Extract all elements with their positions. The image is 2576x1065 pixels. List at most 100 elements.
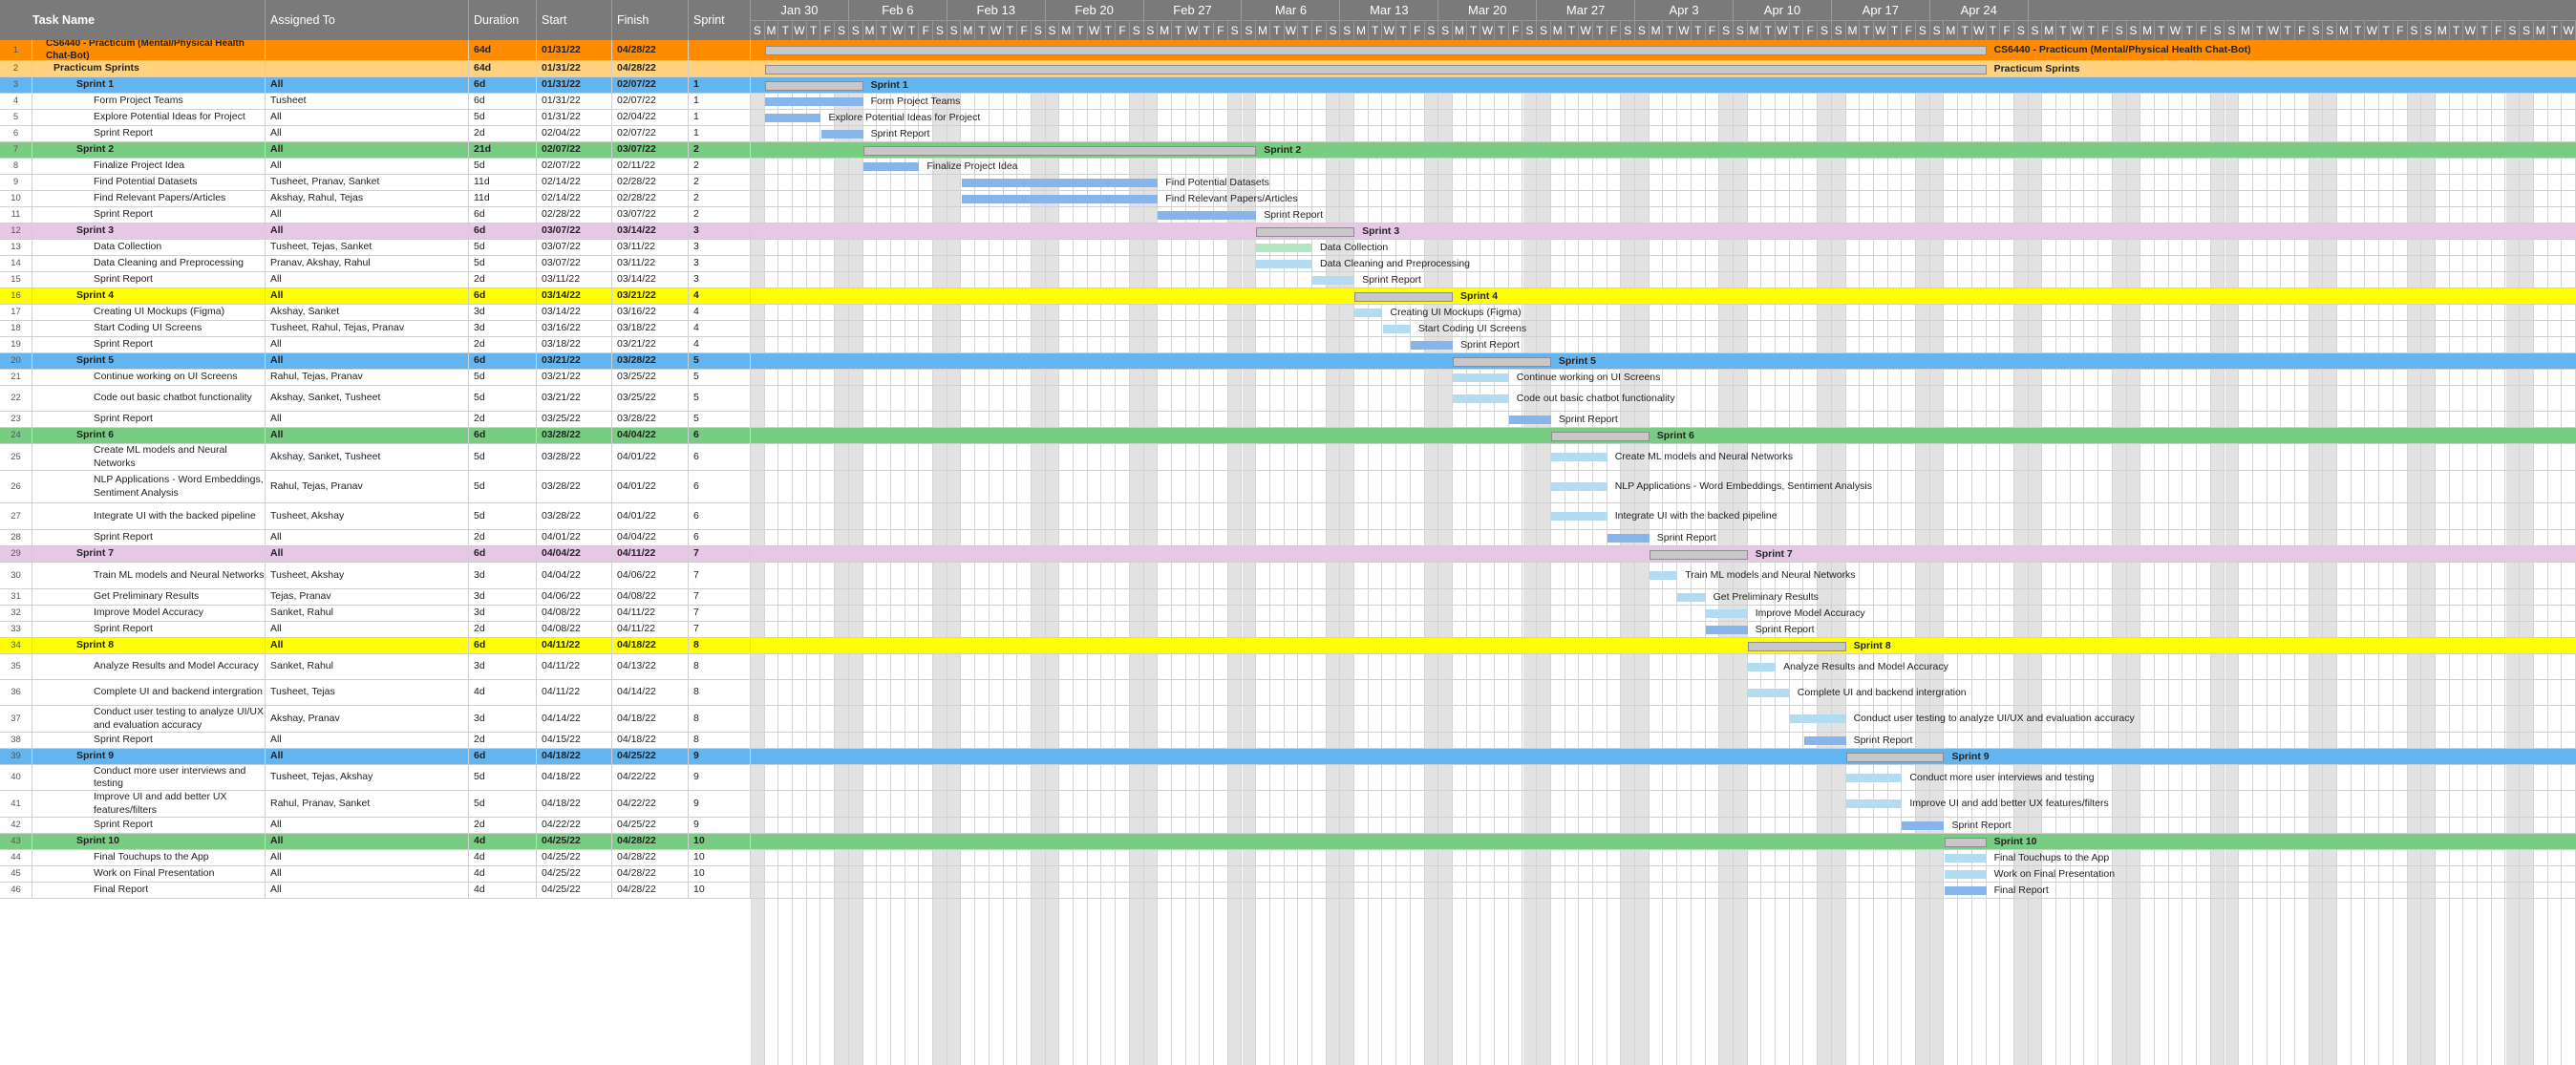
assigned-cell[interactable]: Sanket, Rahul (266, 606, 469, 622)
task-row[interactable]: 41 Improve UI and add better UX features/… (0, 791, 751, 818)
task-row[interactable]: 15 Sprint Report All 2d 03/11/22 03/14/22 3 (0, 272, 751, 288)
start-cell[interactable]: 02/04/22 (537, 126, 612, 142)
duration-cell[interactable]: 6d (469, 638, 537, 654)
finish-cell[interactable]: 04/22/22 (612, 791, 689, 818)
duration-cell[interactable]: 2d (469, 272, 537, 288)
finish-cell[interactable]: 04/18/22 (612, 638, 689, 654)
duration-cell[interactable]: 3d (469, 305, 537, 321)
task-row[interactable]: 30 Train ML models and Neural Networks Tus… (0, 563, 751, 589)
start-cell[interactable]: 03/28/22 (537, 428, 612, 444)
task-row[interactable]: 22 Code out basic chatbot functionality Ak… (0, 386, 751, 412)
start-cell[interactable]: 03/07/22 (537, 240, 612, 256)
duration-cell[interactable]: 5d (469, 444, 537, 471)
duration-cell[interactable]: 2d (469, 126, 537, 142)
duration-cell[interactable]: 6d (469, 77, 537, 94)
start-cell[interactable]: 04/25/22 (537, 850, 612, 866)
assigned-cell[interactable]: Akshay, Sanket, Tusheet (266, 444, 469, 471)
finish-cell[interactable]: 02/11/22 (612, 159, 689, 175)
sprint-row[interactable]: 39 Sprint 9 All 6d 04/18/22 04/25/22 9 (0, 749, 751, 765)
task-bar[interactable] (961, 179, 1159, 187)
task-bar[interactable] (1803, 736, 1846, 745)
duration-cell[interactable]: 5d (469, 386, 537, 412)
task-bar[interactable] (1677, 593, 1706, 602)
finish-cell[interactable]: 03/11/22 (612, 256, 689, 272)
task-bar[interactable] (1256, 260, 1312, 268)
start-cell[interactable]: 04/04/22 (537, 546, 612, 563)
sprint-cell[interactable]: 8 (689, 654, 751, 680)
task-cell[interactable]: Integrate UI with the backed pipeline (32, 503, 266, 530)
finish-cell[interactable]: 04/11/22 (612, 606, 689, 622)
duration-cell[interactable]: 4d (469, 883, 537, 899)
start-cell[interactable]: 04/14/22 (537, 706, 612, 733)
start-cell[interactable]: 04/18/22 (537, 765, 612, 791)
sprint-cell[interactable]: 5 (689, 370, 751, 386)
column-header-duration[interactable]: Duration (469, 0, 537, 40)
sprint-cell[interactable]: 1 (689, 126, 751, 142)
task-bar[interactable] (1410, 341, 1453, 350)
finish-cell[interactable]: 03/14/22 (612, 272, 689, 288)
sprint-cell[interactable]: 10 (689, 866, 751, 883)
assigned-cell[interactable]: All (266, 850, 469, 866)
sprint-cell[interactable]: 1 (689, 110, 751, 126)
sprint-cell[interactable]: 4 (689, 288, 751, 305)
sprint-cell[interactable]: 4 (689, 321, 751, 337)
task-bar[interactable] (1789, 714, 1846, 723)
sprint-cell[interactable]: 5 (689, 386, 751, 412)
duration-cell[interactable]: 5d (469, 791, 537, 818)
task-bar[interactable] (1453, 373, 1509, 382)
task-bar[interactable] (820, 130, 863, 138)
task-bar[interactable] (1508, 415, 1551, 424)
sprint-cell[interactable]: 4 (689, 337, 751, 353)
assigned-cell[interactable] (266, 40, 469, 61)
sprint-row[interactable]: 3 Sprint 1 All 6d 01/31/22 02/07/22 1 (0, 77, 751, 94)
task-bar[interactable] (1845, 799, 1903, 808)
assigned-cell[interactable]: All (266, 818, 469, 834)
duration-cell[interactable]: 64d (469, 40, 537, 61)
sprint-cell[interactable]: 10 (689, 883, 751, 899)
finish-cell[interactable]: 04/18/22 (612, 733, 689, 749)
sprint-row[interactable]: 43 Sprint 10 All 4d 04/25/22 04/28/22 10 (0, 834, 751, 850)
start-cell[interactable]: 03/11/22 (537, 272, 612, 288)
duration-cell[interactable]: 4d (469, 834, 537, 850)
task-row[interactable]: 5 Explore Potential Ideas for Project All 5… (0, 110, 751, 126)
task-bar[interactable] (1158, 211, 1257, 220)
duration-cell[interactable]: 4d (469, 680, 537, 706)
task-cell[interactable]: Sprint 1 (32, 77, 266, 94)
duration-cell[interactable]: 6d (469, 353, 537, 370)
finish-cell[interactable]: 03/14/22 (612, 224, 689, 240)
sprint-row[interactable]: 20 Sprint 5 All 6d 03/21/22 03/28/22 5 (0, 353, 751, 370)
sprint-cell[interactable]: 6 (689, 503, 751, 530)
finish-cell[interactable]: 03/25/22 (612, 386, 689, 412)
assigned-cell[interactable]: Akshay, Sanket (266, 305, 469, 321)
task-bar[interactable] (1902, 821, 1945, 830)
finish-cell[interactable]: 04/06/22 (612, 563, 689, 589)
task-row[interactable]: 37 Conduct user testing to analyze UI/UX … (0, 706, 751, 733)
assigned-cell[interactable]: All (266, 126, 469, 142)
task-cell[interactable]: Create ML models and Neural Networks (32, 444, 266, 471)
summary-bar[interactable] (1944, 838, 1987, 847)
start-cell[interactable]: 04/22/22 (537, 818, 612, 834)
column-header-start[interactable]: Start (537, 0, 612, 40)
start-cell[interactable]: 03/14/22 (537, 288, 612, 305)
finish-cell[interactable]: 04/04/22 (612, 428, 689, 444)
start-cell[interactable]: 04/04/22 (537, 563, 612, 589)
start-cell[interactable]: 01/31/22 (537, 40, 612, 61)
assigned-cell[interactable]: All (266, 207, 469, 224)
task-cell[interactable]: Conduct more user interviews and testing (32, 765, 266, 791)
task-row[interactable]: 42 Sprint Report All 2d 04/22/22 04/25/22 9 (0, 818, 751, 834)
task-bar[interactable] (1453, 394, 1509, 403)
task-row[interactable]: 40 Conduct more user interviews and testi… (0, 765, 751, 791)
task-cell[interactable]: Find Relevant Papers/Articles (32, 191, 266, 207)
sprint-row[interactable]: 7 Sprint 2 All 21d 02/07/22 03/07/22 2 (0, 142, 751, 159)
start-cell[interactable]: 03/07/22 (537, 256, 612, 272)
assigned-cell[interactable]: Pranav, Akshay, Rahul (266, 256, 469, 272)
task-bar[interactable] (1944, 854, 1987, 863)
duration-cell[interactable]: 6d (469, 207, 537, 224)
task-cell[interactable]: Analyze Results and Model Accuracy (32, 654, 266, 680)
start-cell[interactable]: 04/08/22 (537, 606, 612, 622)
start-cell[interactable]: 02/07/22 (537, 142, 612, 159)
finish-cell[interactable]: 04/25/22 (612, 818, 689, 834)
finish-cell[interactable]: 02/28/22 (612, 191, 689, 207)
summary-bar[interactable] (862, 146, 1257, 156)
start-cell[interactable]: 03/16/22 (537, 321, 612, 337)
